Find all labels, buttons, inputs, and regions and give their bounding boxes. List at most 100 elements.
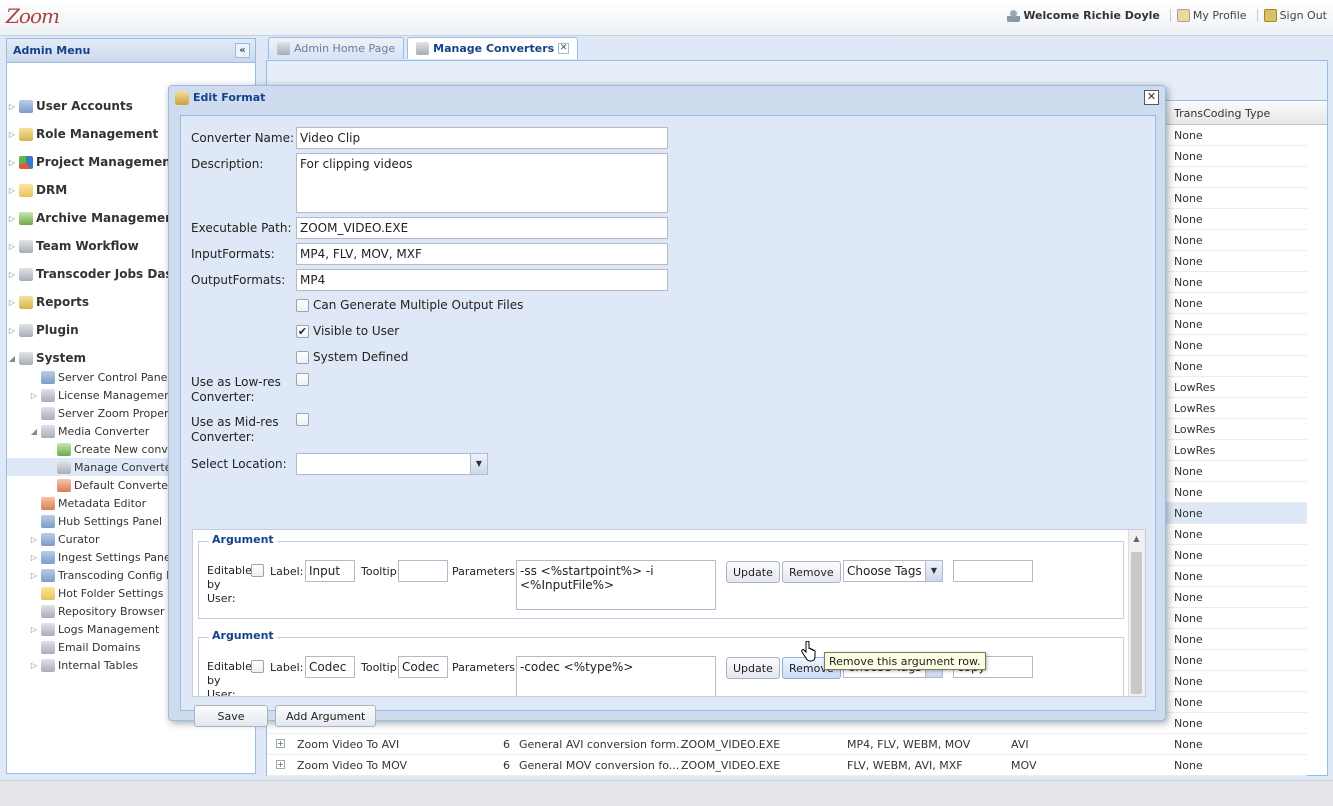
my-profile-link[interactable]: My Profile <box>1169 9 1247 22</box>
transcoding-type-cell: None <box>1174 318 1203 331</box>
update-button[interactable]: Update <box>726 561 780 583</box>
workflow-icon <box>19 239 33 253</box>
transcoding-type-cell: None <box>1174 255 1203 268</box>
sign-out-link[interactable]: Sign Out <box>1256 9 1327 22</box>
argument-label-input[interactable] <box>305 560 355 582</box>
menu-internal-tables[interactable]: ▷ Internal Tables <box>29 656 138 674</box>
page-icon <box>416 42 430 55</box>
tab-manage-converters[interactable]: Manage Converters ✕ <box>407 37 579 59</box>
table-row[interactable]: None + Zoom Video To AVI 6 General AVI conve… <box>267 734 1307 755</box>
transcoding-type-cell: None <box>1174 675 1203 688</box>
menu-server-zoom-properties[interactable]: Server Zoom Properties <box>29 404 188 422</box>
argument-tooltip-input[interactable] <box>398 656 448 678</box>
transcoding-type-cell: LowRes <box>1174 402 1216 415</box>
menu-reports[interactable]: ▷ Reports <box>7 293 89 311</box>
menu-project-management[interactable]: ▷ Project Management <box>7 153 177 171</box>
lowres-label: Use as Low-res Converter: <box>191 375 281 404</box>
transcoding-type-cell: None <box>1174 297 1203 310</box>
license-icon <box>41 388 55 402</box>
menu-logs-management[interactable]: ▷ Logs Management <box>29 620 159 638</box>
scrollbar-thumb[interactable] <box>1131 552 1142 694</box>
multi-output-checkbox[interactable] <box>296 299 309 312</box>
system-defined-checkbox[interactable] <box>296 351 309 364</box>
tab-admin-home[interactable]: Admin Home Page <box>268 37 405 59</box>
welcome-user: Welcome Richie Doyle <box>1001 9 1160 22</box>
visible-to-user-checkbox[interactable]: ✔ <box>296 325 309 338</box>
converter-name-cell: Zoom Video To AVI <box>297 738 400 751</box>
midres-checkbox[interactable] <box>296 413 309 426</box>
menu-default-converters[interactable]: Default Converters <box>45 476 178 494</box>
transcoding-type-cell: None <box>1174 654 1203 667</box>
description-cell: General AVI conversion form... <box>519 738 687 751</box>
arguments-panel[interactable]: Argument Editable by User: Label: Toolti… <box>192 529 1146 697</box>
transcoding-type-cell: LowRes <box>1174 423 1216 436</box>
menu-system[interactable]: ◢ System <box>7 349 86 367</box>
archive-icon <box>19 211 33 225</box>
menu-role-management[interactable]: ▷ Role Management <box>7 125 158 143</box>
update-button[interactable]: Update <box>726 657 780 679</box>
location-select[interactable]: ▼ <box>296 453 488 475</box>
curator-icon <box>41 532 55 546</box>
description-input[interactable]: For clipping videos <box>296 153 668 213</box>
input-formats-input[interactable] <box>296 243 668 265</box>
transcoding-type-cell: None <box>1174 213 1203 226</box>
transcoding-type-cell: None <box>1174 486 1203 499</box>
converter-name-input[interactable] <box>296 127 668 149</box>
transcoding-type-cell: None <box>1174 171 1203 184</box>
edit-format-dialog: Edit Format ✕ Converter Name: Descriptio… <box>168 85 1166 727</box>
dialog-header: Edit Format ✕ <box>169 86 1165 110</box>
menu-user-accounts[interactable]: ▷ User Accounts <box>7 97 133 115</box>
argument-parameters-input[interactable]: -ss <%startpoint%> -i <%InputFile%> <box>516 560 716 610</box>
scroll-up-icon[interactable]: ▲ <box>1131 534 1142 544</box>
table-icon <box>41 658 55 672</box>
metadata-icon <box>41 496 55 510</box>
menu-repository-browser[interactable]: Repository Browser <box>29 602 165 620</box>
parameters-label: Parameters: <box>452 661 519 674</box>
argument-extra-input[interactable] <box>953 560 1033 582</box>
save-button[interactable]: Save <box>194 705 268 727</box>
table-row[interactable]: None + Zoom Video To MOV 6 General MOV conve… <box>267 755 1307 776</box>
argument-parameters-input[interactable]: -codec <%type%> <box>516 656 716 696</box>
hub-icon <box>41 514 55 528</box>
argument-tooltip-input[interactable] <box>398 560 448 582</box>
add-argument-button[interactable]: Add Argument <box>275 705 377 727</box>
exe-path-input[interactable] <box>296 217 668 239</box>
transcoding-type-cell: None <box>1174 465 1203 478</box>
menu-transcoder-jobs[interactable]: ▷ Transcoder Jobs Dash <box>7 265 181 283</box>
menu-ingest-settings[interactable]: ▷ Ingest Settings Panel <box>29 548 174 566</box>
output-formats-input[interactable] <box>296 269 668 291</box>
menu-curator[interactable]: ▷ Curator <box>29 530 99 548</box>
expand-row-icon[interactable]: + <box>276 760 285 769</box>
choose-tags-select[interactable]: Choose Tags ▼ <box>843 560 943 582</box>
chevron-down-icon[interactable]: ▼ <box>470 454 487 474</box>
transcoding-type-cell: None <box>1174 738 1203 751</box>
editable-checkbox[interactable] <box>251 564 264 577</box>
input-formats-cell: FLV, WEBM, AVI, MXF <box>847 759 963 772</box>
collapse-panel-button[interactable]: « <box>235 43 250 58</box>
menu-media-converter[interactable]: ◢ Media Converter <box>29 422 149 440</box>
menu-email-domains[interactable]: Email Domains <box>29 638 140 656</box>
close-tab-icon[interactable]: ✕ <box>558 43 570 54</box>
column-transcoding-type[interactable]: TransCoding Type <box>1174 107 1270 120</box>
remove-button[interactable]: Remove <box>782 561 841 583</box>
lowres-checkbox[interactable] <box>296 373 309 386</box>
multi-output-label: Can Generate Multiple Output Files <box>313 298 524 312</box>
menu-license-management[interactable]: ▷ License Management <box>29 386 175 404</box>
arguments-scrollbar[interactable]: ▲ <box>1128 530 1145 696</box>
editable-checkbox[interactable] <box>251 660 264 673</box>
menu-metadata-editor[interactable]: Metadata Editor <box>29 494 146 512</box>
dialog-close-button[interactable]: ✕ <box>1144 90 1159 105</box>
chevron-down-icon[interactable]: ▼ <box>925 561 942 581</box>
converter-name-cell: Zoom Video To MOV <box>297 759 408 772</box>
pie-chart-icon <box>19 155 33 169</box>
menu-archive-management[interactable]: ▷ Archive Management <box>7 209 180 227</box>
menu-team-workflow[interactable]: ▷ Team Workflow <box>7 237 139 255</box>
menu-server-control-panel[interactable]: Server Control Panel <box>29 368 171 386</box>
menu-drm[interactable]: ▷ DRM <box>7 181 67 199</box>
menu-hub-settings[interactable]: Hub Settings Panel <box>29 512 162 530</box>
argument-label-input[interactable] <box>305 656 355 678</box>
expand-row-icon[interactable]: + <box>276 739 285 748</box>
visible-to-user-label: Visible to User <box>313 324 400 338</box>
menu-plugin[interactable]: ▷ Plugin <box>7 321 79 339</box>
menu-hot-folder-settings[interactable]: Hot Folder Settings <box>29 584 163 602</box>
